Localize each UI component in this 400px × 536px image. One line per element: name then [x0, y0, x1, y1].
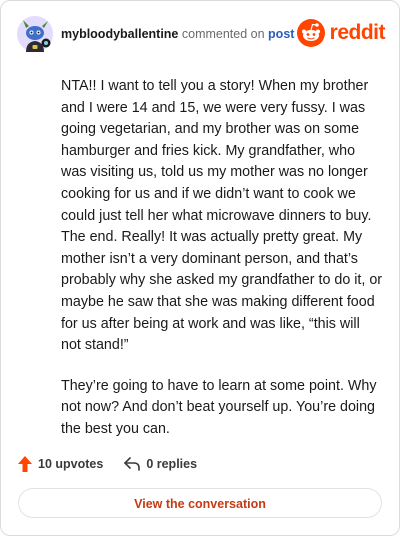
comment-actions: 10 upvotes 0 replies — [17, 452, 197, 476]
reddit-snoo-icon — [296, 19, 325, 47]
username[interactable]: mybloodyballentine — [61, 27, 178, 41]
post-link[interactable]: post — [268, 27, 294, 41]
upvote-button[interactable]: 10 upvotes — [17, 455, 103, 473]
view-conversation-button[interactable]: View the conversation — [18, 488, 382, 518]
reply-arrow-icon — [124, 457, 141, 471]
reply-count: 0 replies — [146, 457, 198, 471]
reply-button[interactable]: 0 replies — [123, 456, 197, 472]
comment-paragraph: They’re going to have to learn at some p… — [61, 377, 377, 437]
comment-body: NTA!! I want to tell you a story! When m… — [61, 76, 383, 460]
comment-card: mybloodyballentine commented on post red… — [0, 0, 400, 536]
action-text: commented on — [181, 27, 265, 41]
comment-paragraph: NTA!! I want to tell you a story! When m… — [61, 78, 383, 354]
snoo-avatar-icon — [17, 16, 53, 52]
reddit-logo[interactable]: reddit — [296, 17, 386, 49]
comment-meta: mybloodyballentine commented on post — [61, 27, 294, 41]
brand-name: reddit — [329, 21, 386, 44]
upvote-arrow-icon — [18, 456, 32, 472]
avatar[interactable] — [17, 16, 53, 52]
comment-header: mybloodyballentine commented on post red… — [17, 15, 386, 53]
upvote-count: 10 upvotes — [38, 457, 104, 471]
